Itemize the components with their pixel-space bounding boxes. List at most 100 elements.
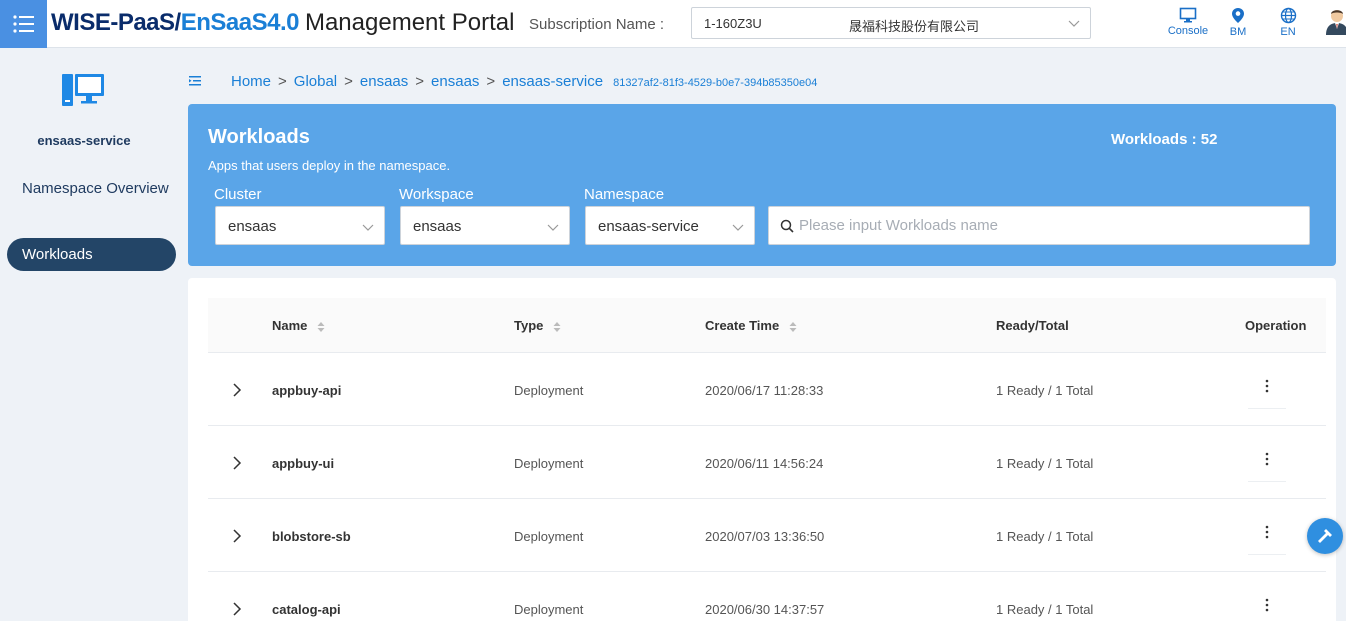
console-button[interactable]: Console (1166, 7, 1210, 37)
breadcrumb-separator: > (278, 73, 287, 90)
hammer-icon (1318, 529, 1332, 543)
brand-wisepaas: WISE-PaaS/ (51, 9, 181, 36)
bm-button[interactable]: BM (1226, 7, 1250, 38)
breadcrumb-namespace[interactable]: ensaas-service (502, 73, 603, 90)
workload-type: Deployment (514, 383, 584, 398)
workspace-label: Workspace (399, 186, 474, 203)
column-name-label: Name (272, 318, 308, 333)
workload-create-time: 2020/06/30 14:37:57 (705, 602, 825, 617)
search-input[interactable] (799, 207, 1299, 244)
table-row: appbuy-ui Deployment 2020/06/11 14:56:24… (208, 426, 1326, 499)
workloads-count: Workloads : 52 (1111, 131, 1218, 148)
column-operation: Operation (1245, 318, 1307, 333)
chevron-down-icon (1068, 20, 1080, 27)
subscription-code: 1-160Z3U (704, 16, 762, 31)
column-create-time[interactable]: Create Time (705, 318, 797, 333)
language-label: EN (1280, 26, 1296, 38)
workload-create-time: 2020/07/03 13:36:50 (705, 529, 825, 544)
table-row: blobstore-sb Deployment 2020/07/03 13:36… (208, 499, 1326, 572)
workload-ready: 1 Ready / 1 Total (996, 383, 1094, 398)
workload-type: Deployment (514, 602, 584, 617)
floating-tool-button[interactable] (1307, 518, 1343, 554)
subscription-select[interactable]: 1-160Z3U 晟福科技股份有限公司 (691, 7, 1091, 39)
collapse-sidebar-icon[interactable] (188, 74, 202, 93)
workloads-banner: Workloads Apps that users deploy in the … (188, 104, 1336, 266)
cluster-select[interactable]: ensaas (215, 206, 385, 245)
chevron-down-icon (362, 224, 374, 231)
breadcrumb: Home > Global > ensaas > ensaas > ensaas-service… (231, 73, 817, 90)
chevron-right-icon[interactable] (232, 602, 242, 616)
column-type-label: Type (514, 318, 544, 333)
operation-menu-button[interactable] (1248, 592, 1286, 621)
workload-ready: 1 Ready / 1 Total (996, 602, 1094, 617)
more-vertical-icon (1265, 379, 1269, 393)
breadcrumb-namespace-id: 81327af2-81f3-4529-b0e7-394b85350e04 (613, 77, 818, 89)
user-avatar-icon (1326, 10, 1346, 35)
workload-name[interactable]: blobstore-sb (272, 529, 351, 544)
cluster-label: Cluster (214, 186, 262, 203)
namespace-label: Namespace (584, 186, 665, 203)
table-row: appbuy-api Deployment 2020/06/17 11:28:3… (208, 353, 1326, 426)
workload-type: Deployment (514, 456, 584, 471)
workspace-value: ensaas (413, 218, 462, 235)
menu-button[interactable] (0, 0, 47, 48)
brand-portal: Management Portal (304, 9, 515, 36)
service-icon (62, 72, 106, 121)
chevron-right-icon[interactable] (232, 529, 242, 543)
column-create-time-label: Create Time (705, 318, 780, 333)
page-description: Apps that users deploy in the namespace. (208, 158, 451, 173)
breadcrumb-global[interactable]: Global (294, 73, 337, 90)
workloads-search[interactable] (768, 206, 1310, 245)
table-row: catalog-api Deployment 2020/06/30 14:37:… (208, 572, 1326, 621)
service-name: ensaas-service (37, 133, 131, 148)
breadcrumb-separator: > (486, 73, 496, 90)
cluster-value: ensaas (228, 218, 277, 235)
workloads-table: Name Type Create Time Ready/Total Operat… (188, 278, 1336, 621)
breadcrumb-separator: > (415, 73, 425, 90)
more-vertical-icon (1265, 525, 1269, 539)
workload-name[interactable]: appbuy-api (272, 383, 341, 398)
column-name[interactable]: Name (272, 318, 325, 333)
workload-create-time: 2020/06/17 11:28:33 (705, 383, 824, 398)
brand-title: WISE-PaaS/EnSaaS4.0 Management Portal (51, 9, 514, 37)
globe-icon (1280, 7, 1296, 24)
breadcrumb-cluster[interactable]: ensaas (360, 73, 408, 90)
location-pin-icon (1232, 8, 1244, 23)
breadcrumb-workspace[interactable]: ensaas (431, 73, 479, 90)
table-header: Name Type Create Time Ready/Total Operat… (208, 298, 1326, 353)
subscription-label: Subscription Name : (529, 16, 665, 33)
workload-name[interactable]: catalog-api (272, 602, 341, 617)
nav-namespace-overview[interactable]: Namespace Overview (7, 176, 176, 201)
operation-menu-button[interactable] (1248, 519, 1286, 555)
chevron-right-icon[interactable] (232, 383, 242, 397)
breadcrumb-home[interactable]: Home (231, 73, 271, 90)
workload-ready: 1 Ready / 1 Total (996, 456, 1094, 471)
namespace-select[interactable]: ensaas-service (585, 206, 755, 245)
chevron-right-icon[interactable] (232, 456, 242, 470)
workload-name[interactable]: appbuy-ui (272, 456, 334, 471)
chevron-down-icon (732, 224, 744, 231)
bm-label: BM (1229, 26, 1247, 38)
sort-icon (317, 321, 325, 332)
nav-workloads[interactable]: Workloads (7, 238, 176, 271)
operation-menu-button[interactable] (1248, 446, 1286, 482)
workload-type: Deployment (514, 529, 584, 544)
menu-icon (12, 15, 34, 33)
operation-menu-button[interactable] (1248, 373, 1286, 409)
breadcrumb-separator: > (344, 73, 353, 90)
workload-create-time: 2020/06/11 14:56:24 (705, 456, 824, 471)
column-type[interactable]: Type (514, 318, 561, 333)
sidebar: ensaas-service Namespace Overview Worklo… (0, 48, 186, 621)
more-vertical-icon (1265, 598, 1269, 612)
workspace-select[interactable]: ensaas (400, 206, 570, 245)
more-vertical-icon (1265, 452, 1269, 466)
console-label: Console (1167, 25, 1209, 37)
user-avatar[interactable] (1325, 7, 1346, 35)
search-icon (780, 219, 794, 233)
subscription-company: 晟福科技股份有限公司 (849, 19, 980, 34)
language-button[interactable]: EN (1276, 7, 1300, 38)
workload-ready: 1 Ready / 1 Total (996, 529, 1094, 544)
chevron-down-icon (547, 224, 559, 231)
column-ready-total: Ready/Total (996, 318, 1069, 333)
top-header: WISE-PaaS/EnSaaS4.0 Management Portal Sub… (0, 0, 1346, 48)
